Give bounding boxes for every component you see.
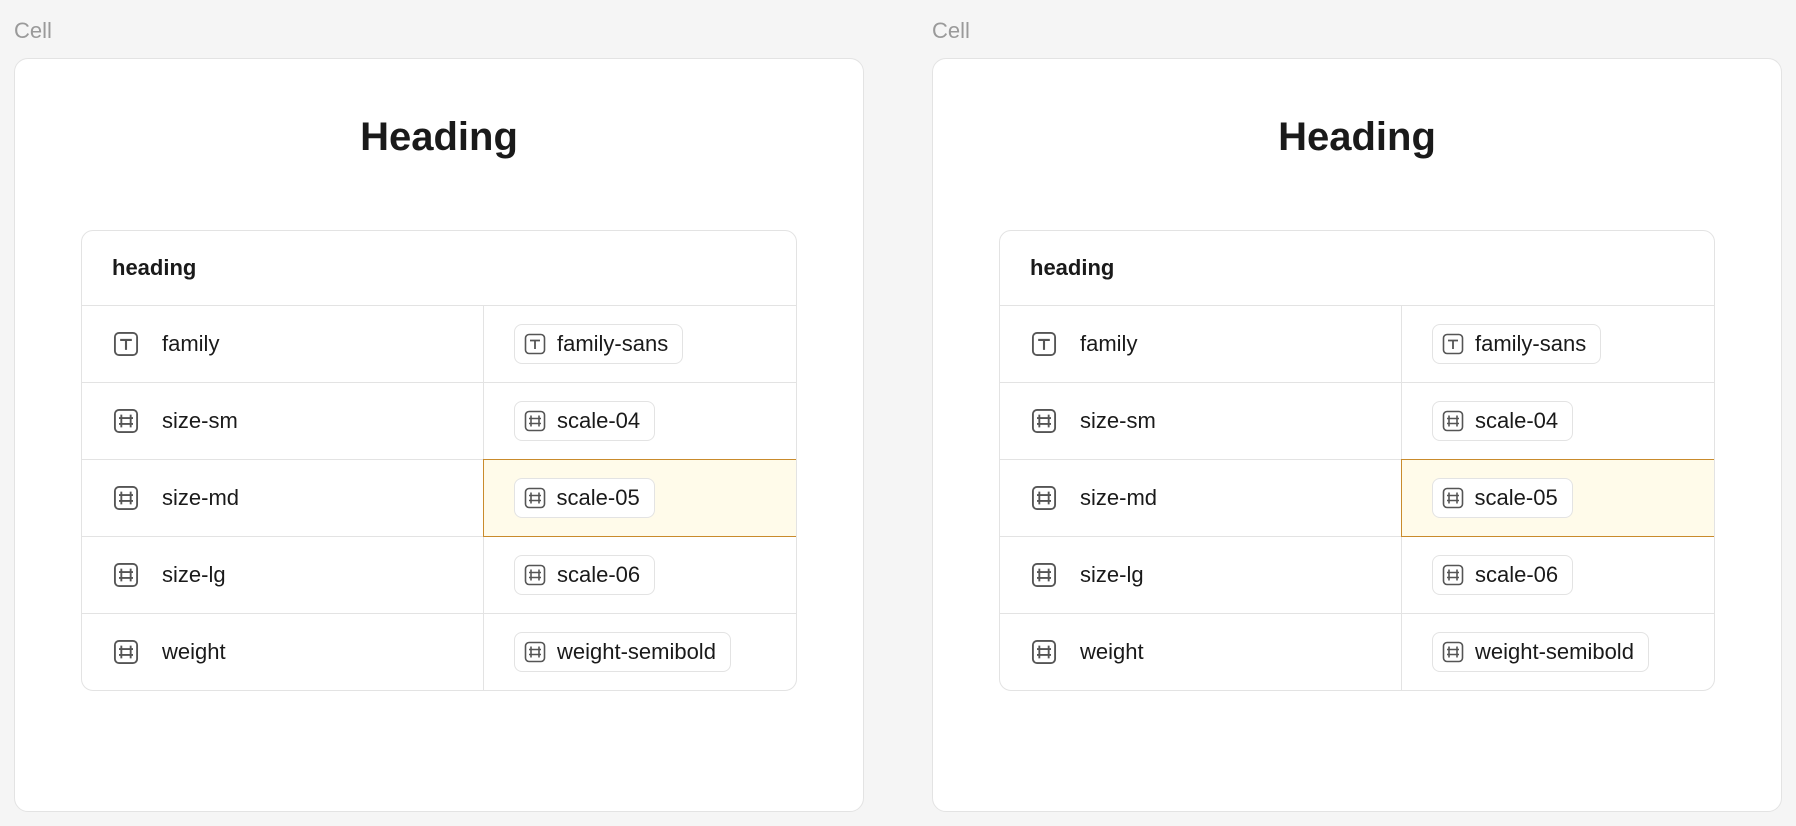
token-key-cell: family: [82, 306, 483, 382]
token-value-label: scale-04: [557, 408, 640, 434]
token-value-pill[interactable]: family-sans: [514, 324, 683, 364]
card-title: Heading: [1278, 115, 1436, 160]
token-key-label: size-md: [1080, 485, 1157, 511]
token-row: weight weight-semibold: [1000, 614, 1714, 690]
token-row: weight weight-semibold: [82, 614, 796, 690]
token-value-label: weight-semibold: [557, 639, 716, 665]
token-value-cell[interactable]: scale-06: [1401, 537, 1714, 613]
token-key-label: family: [162, 331, 219, 357]
token-value-label: scale-06: [557, 562, 640, 588]
token-value-label: scale-05: [1475, 485, 1558, 511]
token-row: family family-sans: [1000, 306, 1714, 383]
text-icon: [1441, 332, 1465, 356]
token-key-label: family: [1080, 331, 1137, 357]
token-value-label: scale-04: [1475, 408, 1558, 434]
token-value-pill[interactable]: scale-06: [514, 555, 655, 595]
hash-icon: [1441, 640, 1465, 664]
token-key-cell: size-lg: [1000, 537, 1401, 613]
token-key-cell: size-md: [1000, 460, 1402, 536]
token-table: headingfamilyfamily-sanssize-smscale-04s…: [81, 230, 797, 691]
token-key-cell: size-sm: [82, 383, 483, 459]
token-row: size-lg scale-06: [82, 537, 796, 614]
token-value-label: weight-semibold: [1475, 639, 1634, 665]
token-value-cell[interactable]: scale-06: [483, 537, 796, 613]
hash-icon: [112, 484, 140, 512]
token-key-label: size-sm: [162, 408, 238, 434]
token-key-label: size-sm: [1080, 408, 1156, 434]
token-group-name: heading: [82, 231, 796, 306]
token-key-label: weight: [1080, 639, 1144, 665]
cell-card: Heading heading family family-sans size-sm sc…: [14, 58, 864, 812]
token-value-pill[interactable]: scale-05: [514, 478, 655, 518]
token-value-cell[interactable]: weight-semibold: [483, 614, 796, 690]
token-value-pill[interactable]: scale-06: [1432, 555, 1573, 595]
token-key-label: size-lg: [162, 562, 226, 588]
token-value-label: family-sans: [1475, 331, 1586, 357]
hash-icon: [112, 407, 140, 435]
token-key-cell: weight: [1000, 614, 1401, 690]
token-value-cell[interactable]: family-sans: [483, 306, 796, 382]
token-value-cell[interactable]: weight-semibold: [1401, 614, 1714, 690]
token-row: size-sm scale-04: [1000, 383, 1714, 460]
hash-icon: [1030, 561, 1058, 589]
token-row: family family-sans: [82, 306, 796, 383]
hash-icon: [523, 486, 547, 510]
cell-column: Cell Heading heading family family-sans size-…: [918, 0, 1796, 826]
token-value-pill[interactable]: scale-04: [1432, 401, 1573, 441]
token-key-label: size-md: [162, 485, 239, 511]
text-icon: [112, 330, 140, 358]
hash-icon: [523, 640, 547, 664]
token-key-cell: size-lg: [82, 537, 483, 613]
cell-card: Heading heading family family-sans size-sm sc…: [932, 58, 1782, 812]
text-icon: [523, 332, 547, 356]
hash-icon: [523, 409, 547, 433]
token-table: headingfamilyfamily-sanssize-smscale-04s…: [999, 230, 1715, 691]
hash-icon: [1030, 638, 1058, 666]
token-key-label: weight: [162, 639, 226, 665]
hash-icon: [1030, 484, 1058, 512]
token-value-cell[interactable]: scale-04: [1401, 383, 1714, 459]
hash-icon: [1441, 409, 1465, 433]
token-key-label: size-lg: [1080, 562, 1144, 588]
hash-icon: [523, 563, 547, 587]
token-value-pill[interactable]: weight-semibold: [514, 632, 731, 672]
hash-icon: [112, 638, 140, 666]
token-value-cell[interactable]: family-sans: [1401, 306, 1714, 382]
token-value-pill[interactable]: weight-semibold: [1432, 632, 1649, 672]
card-title: Heading: [360, 115, 518, 160]
token-row: size-lg scale-06: [1000, 537, 1714, 614]
text-icon: [1030, 330, 1058, 358]
cell-column: Cell Heading heading family family-sans size-…: [0, 0, 878, 826]
token-value-pill[interactable]: scale-04: [514, 401, 655, 441]
token-value-cell-highlighted[interactable]: scale-05: [1401, 459, 1715, 537]
token-value-pill[interactable]: family-sans: [1432, 324, 1601, 364]
cell-label: Cell: [918, 0, 1796, 58]
token-key-cell: family: [1000, 306, 1401, 382]
token-row: size-md scale-05: [82, 460, 796, 537]
token-value-label: scale-05: [557, 485, 640, 511]
token-key-cell: size-sm: [1000, 383, 1401, 459]
hash-icon: [1030, 407, 1058, 435]
token-value-label: scale-06: [1475, 562, 1558, 588]
cell-label: Cell: [0, 0, 878, 58]
hash-icon: [1441, 486, 1465, 510]
token-value-label: family-sans: [557, 331, 668, 357]
token-value-pill[interactable]: scale-05: [1432, 478, 1573, 518]
token-group-name: heading: [1000, 231, 1714, 306]
hash-icon: [112, 561, 140, 589]
token-row: size-md scale-05: [1000, 460, 1714, 537]
token-row: size-sm scale-04: [82, 383, 796, 460]
hash-icon: [1441, 563, 1465, 587]
token-key-cell: weight: [82, 614, 483, 690]
token-value-cell-highlighted[interactable]: scale-05: [483, 459, 797, 537]
token-key-cell: size-md: [82, 460, 484, 536]
token-value-cell[interactable]: scale-04: [483, 383, 796, 459]
